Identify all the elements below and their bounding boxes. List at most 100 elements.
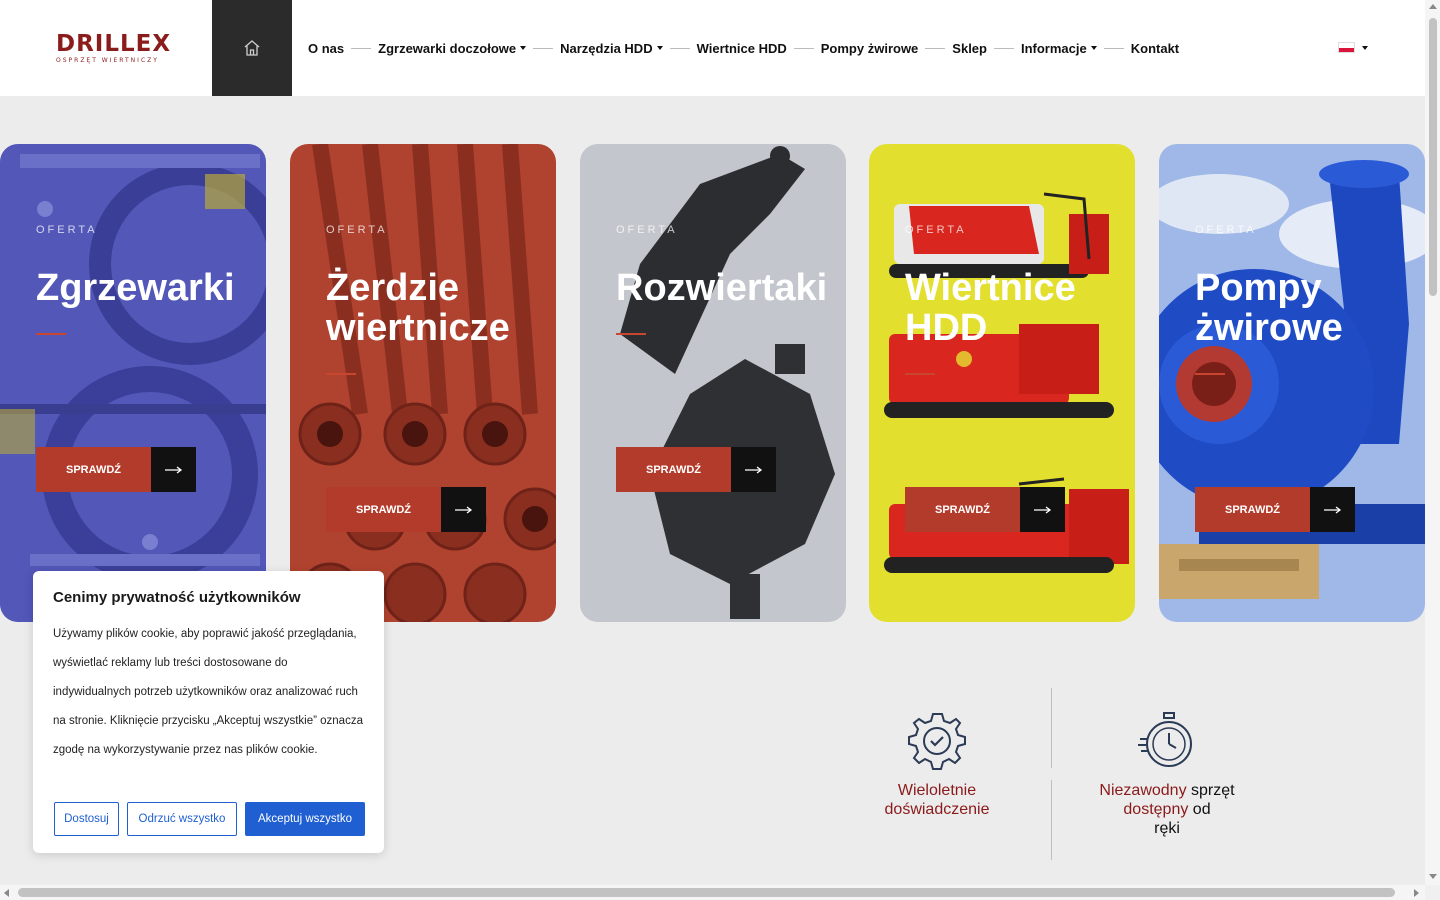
feature-divider <box>1051 688 1052 768</box>
feature-divider <box>1051 780 1052 860</box>
card-title: Wiertnice HDD <box>905 267 1076 349</box>
offer-card-zerdzie[interactable]: OFERTA Żerdzie wiertnicze SPRAWDŹ <box>290 144 556 622</box>
site-logo[interactable]: DRILLEX OSPRZĘT WIERTNICZY <box>56 32 178 64</box>
arrow-right-icon <box>1020 487 1065 532</box>
offer-card-zgrzewarki[interactable]: OFERTA Zgrzewarki SPRAWDŹ <box>0 144 266 622</box>
nav-item-wiertnice-hdd[interactable]: Wiertnice HDD <box>697 41 787 56</box>
scroll-right-icon[interactable] <box>1414 889 1419 897</box>
card-label: OFERTA <box>905 224 967 236</box>
site-header: DRILLEX OSPRZĘT WIERTNICZY O nas Zgrzewa… <box>0 0 1425 96</box>
check-button-label: SPRAWDŹ <box>326 487 441 532</box>
horizontal-scrollbar[interactable] <box>0 885 1425 900</box>
check-button[interactable]: SPRAWDŹ <box>36 447 196 492</box>
arrow-right-icon <box>1310 487 1355 532</box>
scroll-down-icon[interactable] <box>1429 874 1437 879</box>
check-button-label: SPRAWDŹ <box>616 447 731 492</box>
card-title: Zgrzewarki <box>36 267 235 309</box>
nav-label: Zgrzewarki doczołowe <box>378 40 517 56</box>
feature-text: Niezawodny <box>1099 782 1187 799</box>
reject-all-button[interactable]: Odrzuć wszystko <box>127 802 237 836</box>
horizontal-scroll-thumb[interactable] <box>18 888 1395 897</box>
logo-main-text: DRILLEX <box>56 31 172 57</box>
card-accent-line <box>616 333 646 335</box>
nav-item-informacje[interactable]: Informacje <box>1021 41 1097 56</box>
feature-text: sprzęt <box>1186 782 1235 799</box>
card-label: OFERTA <box>616 224 678 236</box>
card-title: Rozwiertaki <box>616 267 828 309</box>
logo-sub-text: OSPRZĘT WIERTNICZY <box>56 57 159 64</box>
caret-down-icon <box>1090 46 1097 50</box>
card-accent-line <box>36 333 66 335</box>
nav-item-o-nas[interactable]: O nas <box>308 41 344 56</box>
vertical-scrollbar[interactable] <box>1425 0 1440 885</box>
nav-separator <box>925 47 946 49</box>
check-button[interactable]: SPRAWDŹ <box>1195 487 1355 532</box>
nav-item-narzedzia-hdd[interactable]: Narzędzia HDD <box>560 40 663 56</box>
nav-label: O nas <box>308 40 345 56</box>
card-accent-line <box>905 373 935 375</box>
nav-item-kontakt[interactable]: Kontakt <box>1131 41 1179 56</box>
nav-separator <box>533 47 554 49</box>
check-button[interactable]: SPRAWDŹ <box>326 487 486 532</box>
card-title: Żerdzie wiertnicze <box>326 267 510 349</box>
arrow-right-icon <box>151 447 196 492</box>
arrow-right-icon <box>731 447 776 492</box>
caret-down-icon <box>1362 45 1368 50</box>
card-accent-line <box>326 373 356 375</box>
scrollbar-corner <box>1425 885 1440 900</box>
card-image-zerdzie <box>290 144 556 622</box>
nav-separator <box>351 47 372 49</box>
cookie-title: Cenimy prywatność użytkowników <box>53 589 301 606</box>
language-selector[interactable] <box>1338 42 1368 53</box>
nav-label: Wiertnice HDD <box>696 40 787 56</box>
nav-label: Sklep <box>952 40 987 56</box>
card-image-rozwiertaki <box>580 144 846 622</box>
home-icon <box>244 40 260 56</box>
polish-flag-icon <box>1338 42 1355 53</box>
check-button[interactable]: SPRAWDŹ <box>616 447 776 492</box>
feature-text: ręki <box>1154 820 1180 837</box>
nav-separator <box>669 47 690 49</box>
scroll-up-icon[interactable] <box>1429 4 1437 9</box>
nav-label: Kontakt <box>1130 40 1180 56</box>
card-image-wiertnice <box>869 144 1135 622</box>
offer-card-pompy[interactable]: OFERTA Pompy żwirowe SPRAWDŹ <box>1159 144 1425 622</box>
feature-text: Wieloletnie <box>897 782 977 799</box>
check-button[interactable]: SPRAWDŹ <box>905 487 1065 532</box>
check-button-label: SPRAWDŹ <box>36 447 151 492</box>
card-label: OFERTA <box>326 224 388 236</box>
feature-experience: Wieloletnie doświadczenie <box>858 781 1016 819</box>
nav-separator <box>793 47 814 49</box>
nav-item-sklep[interactable]: Sklep <box>952 41 987 56</box>
card-label: OFERTA <box>1195 224 1257 236</box>
nav-label: Pompy żwirowe <box>820 40 919 56</box>
customize-button[interactable]: Dostosuj <box>54 802 119 836</box>
main-nav: O nas Zgrzewarki doczołowe Narzędzia HDD… <box>308 0 1179 96</box>
stopwatch-icon <box>1138 712 1192 767</box>
offer-card-rozwiertaki[interactable]: OFERTA Rozwiertaki SPRAWDŹ <box>580 144 846 622</box>
feature-text: doświadczenie <box>884 801 990 818</box>
nav-item-zgrzewarki[interactable]: Zgrzewarki doczołowe <box>378 40 527 56</box>
feature-text: dostępny <box>1123 801 1189 818</box>
card-image-zgrzewarki <box>0 144 266 622</box>
gear-check-icon <box>908 713 966 770</box>
card-image-pompy <box>1159 144 1425 622</box>
scroll-left-icon[interactable] <box>4 889 9 897</box>
cookie-consent-dialog: Cenimy prywatność użytkowników Używamy p… <box>33 571 384 853</box>
caret-down-icon <box>520 46 527 50</box>
offer-card-wiertnice[interactable]: OFERTA Wiertnice HDD SPRAWDŹ <box>869 144 1135 622</box>
nav-label: Narzędzia HDD <box>560 40 653 56</box>
nav-label: Informacje <box>1020 40 1087 56</box>
feature-text: od <box>1188 801 1211 818</box>
arrow-right-icon <box>441 487 486 532</box>
accept-all-button[interactable]: Akceptuj wszystko <box>245 802 365 836</box>
card-title: Pompy żwirowe <box>1195 267 1343 349</box>
nav-item-pompy[interactable]: Pompy żwirowe <box>821 41 919 56</box>
caret-down-icon <box>656 46 663 50</box>
feature-reliable: Niezawodny sprzęt dostępny od ręki <box>1086 781 1248 838</box>
check-button-label: SPRAWDŹ <box>1195 487 1310 532</box>
cookie-buttons: Dostosuj Odrzuć wszystko Akceptuj wszyst… <box>54 802 365 836</box>
home-button[interactable] <box>212 0 292 96</box>
vertical-scroll-thumb[interactable] <box>1429 18 1437 296</box>
nav-separator <box>993 47 1014 49</box>
